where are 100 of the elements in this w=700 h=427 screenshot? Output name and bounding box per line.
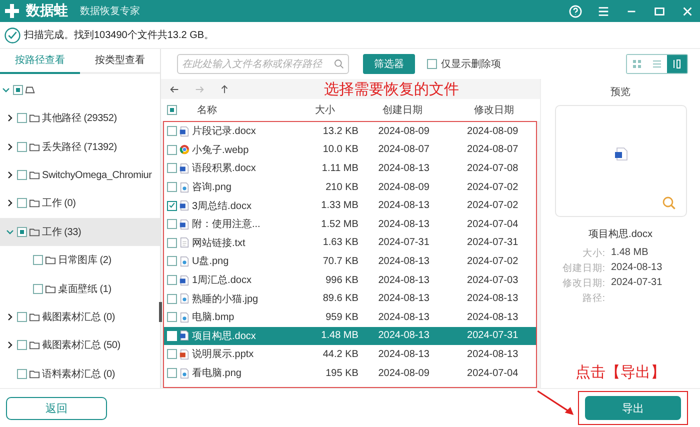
chevron-icon[interactable] <box>6 199 14 208</box>
folder-icon <box>29 368 40 379</box>
export-button[interactable]: 导出 <box>585 396 681 420</box>
folder-icon <box>45 255 56 266</box>
file-row[interactable]: 看电脑.png 195 KB 2024-08-09 2024-07-04 <box>164 364 536 382</box>
file-row[interactable]: 语段积累.docx 1.11 MB 2024-08-13 2024-07-08 <box>164 159 536 178</box>
annotation-arrow <box>536 389 576 417</box>
checkbox[interactable] <box>427 59 437 69</box>
checkbox[interactable] <box>17 340 27 350</box>
back-button[interactable]: 返回 <box>6 396 107 420</box>
checkbox[interactable] <box>167 256 177 266</box>
tree-item[interactable]: 工作 (0) <box>0 189 160 218</box>
help-icon[interactable] <box>569 4 582 18</box>
modified-date: 2024-08-09 <box>466 126 520 137</box>
modified-date: 2024-07-31 <box>466 330 520 342</box>
view-mode-button[interactable] <box>667 55 687 73</box>
up-arrow-icon[interactable] <box>219 84 230 94</box>
tree-item[interactable]: 截图素材汇总 (50) <box>0 331 160 360</box>
tree-item[interactable]: 截图素材汇总 (0) <box>0 302 160 332</box>
chevron-icon[interactable] <box>6 341 14 350</box>
chevron-icon[interactable] <box>6 142 14 151</box>
checkbox[interactable] <box>167 294 177 304</box>
file-row[interactable]: 熟睡的小猫.jpg 89.6 KB 2024-08-13 2024-08-13 <box>164 289 536 308</box>
checkbox[interactable] <box>167 349 177 360</box>
tree-item[interactable]: SwitchyOmega_Chromiur <box>0 160 160 190</box>
back-arrow-icon[interactable] <box>169 84 180 94</box>
checkbox[interactable] <box>17 226 27 237</box>
file-row[interactable]: 1周汇总.docx 996 KB 2024-08-13 2024-07-03 <box>164 270 536 290</box>
file-name: 附：使用注意... <box>192 218 262 232</box>
file-size: 44.2 KB <box>322 348 358 360</box>
column-header[interactable]: 大小 <box>303 103 347 117</box>
checkbox[interactable] <box>17 312 27 322</box>
maximize-icon[interactable] <box>653 4 666 18</box>
tree-item-label: 日常图库 (2) <box>58 254 112 268</box>
image-file-icon <box>179 368 190 379</box>
checkbox[interactable] <box>17 368 27 379</box>
checkbox[interactable] <box>167 144 177 155</box>
checkbox[interactable] <box>17 170 27 180</box>
menu-icon[interactable] <box>597 4 610 18</box>
column-header[interactable]: 修改日期 <box>448 103 540 117</box>
file-name: 3周总结.docx <box>192 200 252 213</box>
column-header[interactable]: 创建日期 <box>356 103 448 117</box>
tree-item-label: 其他路径 (29352) <box>42 112 117 126</box>
filter-button[interactable]: 筛选器 <box>363 54 415 74</box>
file-row[interactable]: 项目构思.docx 1.48 MB 2024-08-13 2024-07-31 <box>164 326 536 346</box>
checkbox[interactable] <box>167 238 177 248</box>
created-date: 2024-08-13 <box>377 218 430 230</box>
list-view-icon <box>652 59 662 69</box>
tree-item[interactable]: 语料素材汇总 (0) <box>0 360 160 388</box>
tree-item[interactable]: 日常图库 (2) <box>0 246 160 274</box>
file-name: 1周汇总.docx <box>192 274 252 288</box>
checkbox[interactable] <box>167 105 177 115</box>
checkbox[interactable] <box>33 255 43 266</box>
created-date: 2024-08-09 <box>377 368 430 379</box>
check-circle-icon <box>4 26 21 44</box>
close-icon[interactable] <box>681 4 694 18</box>
tree-item[interactable]: 其他路径 (29352) <box>0 104 160 132</box>
file-row[interactable]: 附：使用注意... 1.52 MB 2024-08-13 2024-07-04 <box>164 214 536 234</box>
forward-arrow-icon[interactable] <box>194 84 205 94</box>
checkbox[interactable] <box>167 163 177 174</box>
checkbox[interactable] <box>17 142 27 152</box>
document-icon <box>179 218 190 230</box>
checkbox[interactable] <box>17 198 27 208</box>
modified-date: 2024-07-02 <box>466 200 520 212</box>
checkbox[interactable] <box>167 368 177 378</box>
checkbox[interactable] <box>13 84 23 95</box>
file-size: 996 KB <box>324 274 358 286</box>
chevron-icon[interactable] <box>6 114 14 122</box>
file-row[interactable]: 说明展示.pptx 44.2 KB 2024-08-13 2024-08-13 <box>164 345 536 364</box>
file-row[interactable]: 网站链接.txt 1.63 KB 2024-07-31 2024-07-31 <box>164 234 536 252</box>
checkbox[interactable] <box>167 126 177 136</box>
checkbox[interactable] <box>33 284 43 294</box>
column-header[interactable]: 名称 <box>177 103 304 117</box>
checkbox[interactable] <box>17 113 27 124</box>
checkbox[interactable] <box>167 312 177 322</box>
file-name: 小兔子.webp <box>192 144 250 157</box>
file-size: 1.63 KB <box>322 237 358 248</box>
file-row[interactable]: 电脑.bmp 959 KB 2024-08-13 2024-08-13 <box>164 308 536 327</box>
search-icon[interactable] <box>334 59 344 69</box>
chevron-icon[interactable] <box>6 313 14 322</box>
checkbox[interactable] <box>167 275 177 286</box>
file-row[interactable]: 小兔子.webp 10.0 KB 2024-08-07 2024-08-07 <box>164 140 536 160</box>
checkbox[interactable] <box>167 182 177 192</box>
document-icon <box>614 147 628 161</box>
tree-item[interactable]: 桌面壁纸 (1) <box>0 274 160 303</box>
zoom-icon[interactable] <box>662 196 676 210</box>
checkbox[interactable] <box>167 219 177 230</box>
modified-date: 2024-08-13 <box>466 312 520 323</box>
tree-item[interactable]: 丢失路径 (71392) <box>0 132 160 161</box>
scrollbar-thumb[interactable] <box>159 302 162 322</box>
checkbox[interactable] <box>167 200 177 211</box>
grid-view-icon <box>632 59 642 69</box>
document-icon <box>179 274 190 286</box>
file-row[interactable]: U盘.png 70.7 KB 2024-08-13 2024-07-02 <box>164 252 536 271</box>
file-row[interactable]: 片段记录.docx 13.2 KB 2024-08-09 2024-08-09 <box>164 122 536 141</box>
file-row[interactable]: 咨询.png 210 KB 2024-08-09 2024-07-02 <box>164 178 536 196</box>
file-row[interactable]: 3周总结.docx 1.33 MB 2024-08-13 2024-07-02 <box>164 196 536 215</box>
chevron-icon[interactable] <box>6 171 14 180</box>
created-date: 2024-08-13 <box>377 256 430 267</box>
tree-item[interactable]: 工作 (33) <box>0 218 160 246</box>
